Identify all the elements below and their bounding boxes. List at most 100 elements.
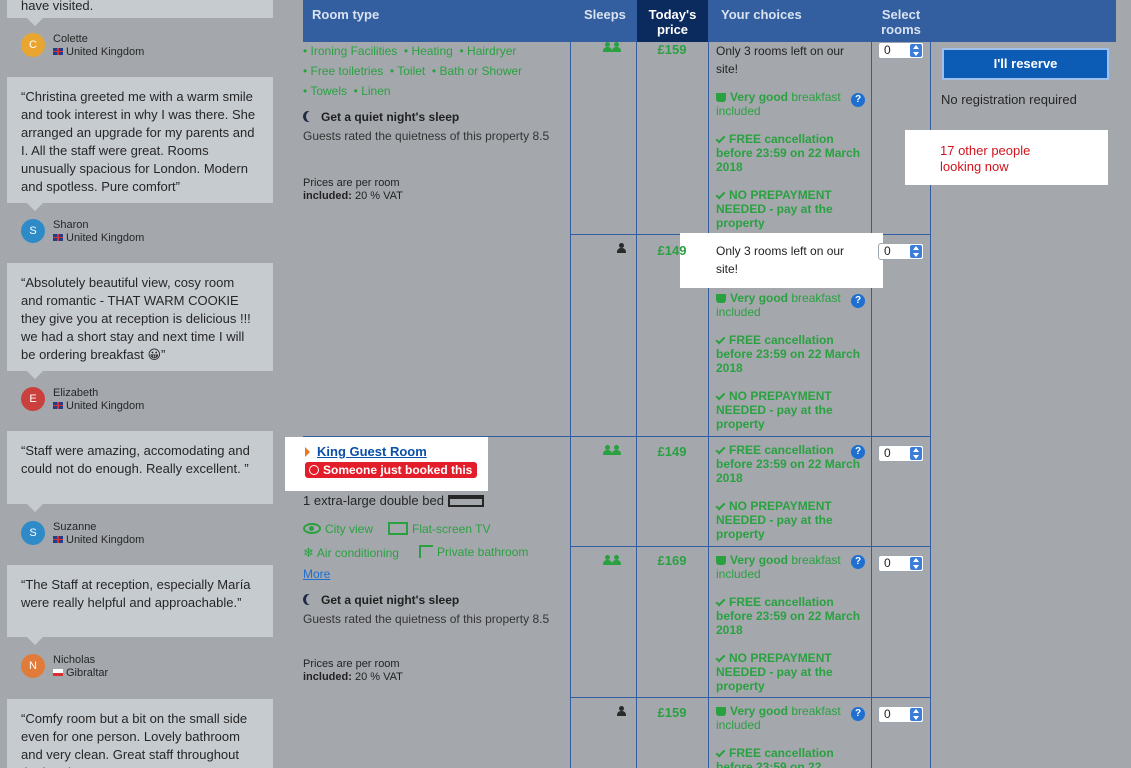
moon-icon (306, 594, 316, 605)
question-icon[interactable]: ? (851, 294, 865, 308)
reviewer-country: United Kingdom (53, 534, 144, 546)
expand-arrow-icon (305, 447, 310, 457)
reviewer-name: Suzanne (53, 521, 97, 533)
review-bubble: “Staff were amazing, accomodating and co… (7, 431, 273, 512)
person-icon (617, 243, 626, 253)
review-text: “Comfy room but a bit on the small side … (21, 711, 248, 768)
column-divider (570, 42, 571, 768)
check-icon (715, 596, 726, 607)
shower-icon (419, 545, 433, 558)
question-icon[interactable]: ? (851, 93, 865, 107)
reviewer-name: Sharon (53, 219, 89, 231)
check-icon (715, 500, 726, 511)
reviewer-name: Colette (53, 33, 88, 45)
avatar: C (21, 33, 45, 57)
check-icon (715, 334, 726, 345)
review-text: “Absolutely beautiful view, cosy room an… (21, 275, 251, 362)
prices-note: Prices are per room included: 20 % VAT (303, 658, 403, 683)
room-quantity-select[interactable]: 0 (878, 706, 924, 723)
cancellation-info: FREE cancellation before 23:59 on 22 Mar… (715, 333, 861, 375)
header-sleeps: Sleeps (584, 7, 626, 22)
review-text: “The Staff at reception, especially Marí… (21, 577, 251, 610)
avatar: E (21, 387, 45, 411)
prepayment-info: NO PREPAYMENT NEEDED - pay at the proper… (715, 389, 833, 431)
review-bubble: “Comfy room but a bit on the small side … (7, 699, 273, 768)
row-divider (570, 697, 931, 698)
quiet-rating-text: Guests rated the quietness of this prope… (303, 612, 550, 626)
prices-note: Prices are per room included: 20 % VAT (303, 177, 403, 202)
question-icon[interactable]: ? (851, 445, 865, 459)
more-facilities-link[interactable]: More (303, 567, 330, 581)
reviewer-name: Elizabeth (53, 387, 99, 399)
header-room-type: Room type (312, 7, 380, 22)
person-icon (612, 42, 621, 52)
coffee-cup-icon (716, 556, 726, 565)
room-table: Room type Sleeps Today's price Your choic… (285, 0, 1116, 768)
quiet-sleep-title: Get a quiet night's sleep (303, 593, 459, 607)
coffee-cup-icon (716, 707, 726, 716)
column-divider (708, 42, 709, 768)
no-registration-text: No registration required (941, 92, 1077, 107)
reviewer-country: United Kingdom (53, 232, 144, 244)
prepayment-info: NO PREPAYMENT NEEDED - pay at the proper… (715, 499, 833, 541)
reviewer-country: United Kingdom (53, 400, 144, 412)
eye-icon (303, 523, 321, 534)
breakfast-info: Very good breakfast included (716, 704, 841, 732)
choices-cell: Very good breakfast included FREE cancel… (715, 704, 866, 768)
check-icon (715, 390, 726, 401)
person-icon (612, 555, 621, 565)
facility-air-conditioning: ❄ Air conditioning (303, 545, 399, 560)
uk-flag-icon (53, 402, 63, 409)
review-bubble: “The Staff at reception, especially Marí… (7, 565, 273, 645)
prepayment-info: NO PREPAYMENT NEEDED - pay at the proper… (715, 188, 833, 230)
guest-reviews-column: have visited. C Colette United Kingdom “… (0, 0, 300, 768)
check-icon (715, 652, 726, 663)
dropdown-arrows-icon (910, 245, 922, 258)
alarm-clock-icon (309, 465, 319, 475)
choices-cell: Only 3 rooms left on our site! Very good… (715, 242, 866, 431)
price: £149 (657, 444, 687, 459)
reviewer-name: Nicholas (53, 654, 96, 666)
question-icon[interactable]: ? (851, 707, 865, 721)
sleeps-2-icon (603, 554, 621, 568)
reviewer-country: Gibraltar (53, 667, 108, 679)
check-icon (715, 133, 726, 144)
check-icon (715, 747, 726, 758)
room-quantity-select[interactable]: 0 (878, 445, 924, 462)
dropdown-arrows-icon (910, 557, 922, 570)
uk-flag-icon (53, 234, 63, 241)
table-header: Room type Sleeps Today's price Your choic… (303, 0, 1116, 42)
price: £159 (657, 42, 687, 57)
person-icon (617, 706, 626, 716)
dropdown-arrows-icon (910, 447, 922, 460)
people-looking-notice: 17 other people looking now (905, 130, 1108, 185)
header-your-choices: Your choices (721, 7, 802, 22)
choices-cell: FREE cancellation before 23:59 on 22 Mar… (715, 443, 866, 541)
person-icon (612, 445, 621, 455)
person-icon (603, 42, 612, 52)
room-quantity-select[interactable]: 0 (878, 243, 924, 260)
avatar: S (21, 219, 45, 243)
quiet-rating-text: Guests rated the quietness of this prope… (303, 129, 550, 143)
choices-cell: Very good breakfast included FREE cancel… (715, 553, 866, 693)
room-quantity-select[interactable]: 0 (878, 555, 924, 572)
coffee-cup-icon (716, 294, 726, 303)
cancellation-info: FREE cancellation before 23:59 on 22 (715, 746, 834, 768)
scarcity-text: Only 3 rooms left on our site! (716, 244, 845, 276)
tv-icon (388, 522, 408, 535)
room-name-link[interactable]: King Guest Room (317, 444, 427, 459)
room-quantity-select[interactable]: 0 (878, 42, 924, 59)
review-text: have visited. (21, 0, 94, 13)
uk-flag-icon (53, 536, 63, 543)
breakfast-info: Very good breakfast included (716, 90, 841, 118)
review-text: “Staff were amazing, accomodating and co… (21, 443, 250, 476)
prepayment-info: NO PREPAYMENT NEEDED - pay at the proper… (715, 651, 833, 693)
column-divider (871, 42, 872, 768)
sleeps-1-icon (617, 705, 626, 719)
gibraltar-flag-icon (53, 669, 63, 676)
reserve-button[interactable]: I'll reserve (942, 48, 1109, 80)
just-booked-badge: Someone just booked this (305, 462, 478, 478)
avatar: S (21, 521, 45, 545)
row-divider (570, 546, 931, 547)
question-icon[interactable]: ? (851, 555, 865, 569)
